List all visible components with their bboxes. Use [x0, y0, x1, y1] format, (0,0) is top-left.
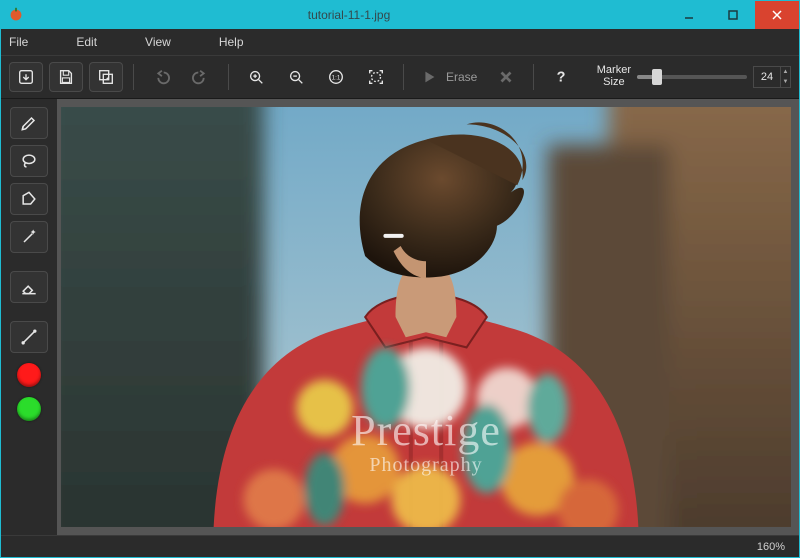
minimize-button[interactable]: [667, 1, 711, 29]
redo-button[interactable]: [184, 62, 218, 92]
menubar: File Edit View Help: [1, 29, 799, 55]
menu-help[interactable]: Help: [219, 35, 244, 49]
zoom-actual-button[interactable]: 1:1: [319, 62, 353, 92]
play-icon: [420, 68, 438, 86]
toolbar: 1:1 Erase ? Marker Size 24 ▲▼: [1, 55, 799, 99]
undo-button[interactable]: [144, 62, 178, 92]
app-icon: [7, 6, 25, 24]
marker-size-control: Marker Size 24 ▲▼: [597, 65, 791, 88]
zoom-level: 160%: [757, 541, 785, 553]
close-button[interactable]: [755, 1, 799, 29]
app-window: tutorial-11-1.jpg File Edit View Help 1:…: [0, 0, 800, 558]
menu-view[interactable]: View: [145, 35, 171, 49]
svg-text:1:1: 1:1: [332, 75, 341, 82]
erase-run-button[interactable]: Erase: [414, 62, 483, 92]
zoom-out-button[interactable]: [279, 62, 313, 92]
lasso-tool[interactable]: [10, 145, 48, 177]
spinner-up-icon[interactable]: ▲: [781, 67, 790, 77]
tool-sidebar: [1, 99, 57, 535]
window-controls: [667, 1, 799, 29]
foreground-color-swatch[interactable]: [17, 363, 41, 387]
content-area: Prestige Photography: [1, 99, 799, 535]
statusbar: 160%: [1, 535, 799, 557]
maximize-button[interactable]: [711, 1, 755, 29]
canvas-area[interactable]: Prestige Photography: [57, 99, 799, 535]
eraser-tool[interactable]: [10, 271, 48, 303]
zoom-fit-button[interactable]: [359, 62, 393, 92]
toolbar-separator: [228, 64, 229, 90]
magic-wand-tool[interactable]: [10, 221, 48, 253]
marker-size-slider[interactable]: [637, 75, 747, 79]
save-button[interactable]: [49, 62, 83, 92]
window-title: tutorial-11-1.jpg: [31, 8, 667, 22]
erase-label: Erase: [446, 70, 477, 84]
marker-size-label: Marker Size: [597, 65, 631, 88]
svg-text:?: ?: [557, 70, 566, 86]
titlebar[interactable]: tutorial-11-1.jpg: [1, 1, 799, 29]
menu-edit[interactable]: Edit: [76, 35, 97, 49]
spinner-down-icon[interactable]: ▼: [781, 77, 790, 87]
toolbar-separator: [533, 64, 534, 90]
menu-file[interactable]: File: [9, 35, 28, 49]
open-button[interactable]: [9, 62, 43, 92]
cancel-button[interactable]: [489, 62, 523, 92]
line-tool[interactable]: [10, 321, 48, 353]
toolbar-separator: [403, 64, 404, 90]
polygon-tool[interactable]: [10, 183, 48, 215]
toolbar-separator: [133, 64, 134, 90]
marker-size-input[interactable]: 24 ▲▼: [753, 66, 791, 88]
zoom-in-button[interactable]: [239, 62, 273, 92]
marker-tool[interactable]: [10, 107, 48, 139]
preview-button[interactable]: [89, 62, 123, 92]
help-button[interactable]: ?: [544, 62, 578, 92]
background-color-swatch[interactable]: [17, 397, 41, 421]
image-canvas[interactable]: Prestige Photography: [61, 107, 791, 527]
